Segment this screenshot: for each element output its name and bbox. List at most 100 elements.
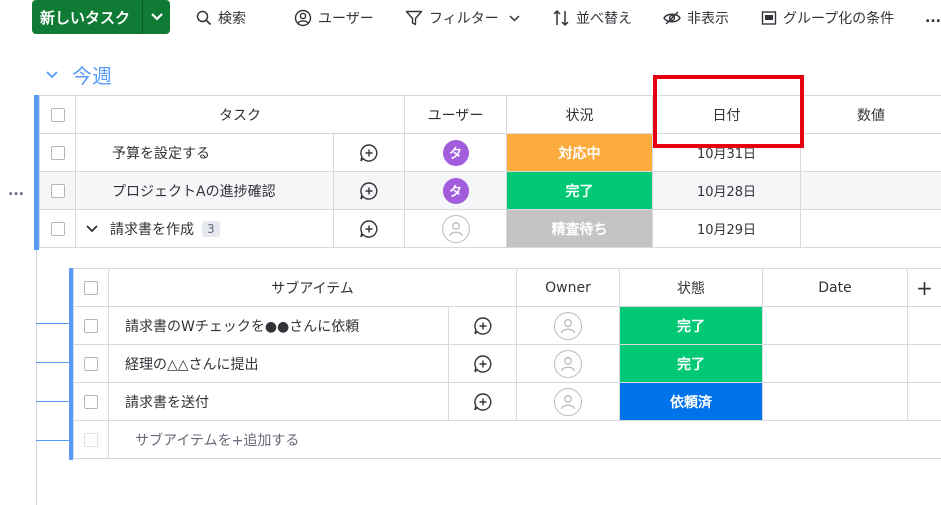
sort-button[interactable]: 並べ替え [552,7,632,29]
date-cell[interactable]: 10月28日 [652,171,801,210]
comment-add-icon [473,354,491,373]
hide-label: 非表示 [687,11,729,27]
subitem-name[interactable]: 請求書を送付 [108,382,449,421]
row-menu-button[interactable]: ... [8,183,24,199]
date-cell[interactable] [762,344,909,383]
avatar[interactable]: タ [442,177,469,204]
chevron-down-icon [509,14,520,22]
comment-add-icon [360,219,378,238]
row-checkbox[interactable] [50,183,65,198]
filter-label: フィルター [429,11,499,27]
status-badge[interactable]: 対応中 [506,133,653,172]
column-header-user[interactable]: ユーザー [404,95,507,134]
subitem-row[interactable]: 経理の△△さんに提出 完了 [73,344,941,383]
status-badge[interactable]: 完了 [619,306,764,345]
select-all-checkbox[interactable] [50,107,65,122]
sort-icon [553,9,569,27]
group-header[interactable]: 今週 [46,60,112,89]
subitem-name[interactable]: 請求書のWチェックを●●さんに依頼 [108,306,449,345]
column-header-task[interactable]: タスク [75,95,405,134]
status-badge[interactable]: 精査待ち [506,209,653,248]
column-header-owner[interactable]: Owner [516,268,621,307]
add-subitem-input[interactable]: サブアイテムを+追加する [107,420,941,459]
subitem-name[interactable]: 経理の△△さんに提出 [108,344,449,383]
header-checkbox-cell[interactable] [39,95,76,134]
subitem-connector [36,362,69,363]
new-task-button[interactable]: 新しいタスク [32,0,170,34]
user-filter-label: ユーザー [318,11,374,27]
column-header-subitem[interactable]: サブアイテム [107,268,518,307]
table-row[interactable]: 請求書を作成 3 精査待ち 10月29日 [39,209,941,248]
avatar[interactable]: タ [442,139,469,166]
empty-avatar-icon[interactable] [554,311,583,340]
chevron-down-icon[interactable] [86,224,98,233]
row-checkbox [84,432,98,447]
main-table: タスク ユーザー 状況 日付 数値 予算を設定する タ 対応中 10月31日 プ… [39,95,941,248]
number-cell[interactable] [800,133,941,172]
highlight-box [653,75,804,148]
add-update-button[interactable] [334,210,404,247]
column-header-state[interactable]: 状態 [619,268,764,307]
chevron-down-icon [150,13,163,21]
group-by-button[interactable]: グループ化の条件 [761,7,894,29]
toolbar: 新しいタスク 検索 ユーザー フィルター 並べ替え 非表示 グループ化の条件 .… [0,0,941,36]
table-row[interactable]: 予算を設定する タ 対応中 10月31日 [39,133,941,172]
column-header-number[interactable]: 数値 [800,95,941,134]
status-badge[interactable]: 完了 [506,171,653,210]
subitems-select-all-checkbox[interactable] [84,280,98,295]
subitem-count-badge[interactable]: 3 [202,220,220,237]
user-icon [294,9,312,27]
subitem-connector [36,401,69,402]
search-button[interactable]: 検索 [196,7,246,29]
add-update-button[interactable] [449,383,516,420]
hide-button[interactable]: 非表示 [663,7,729,29]
table-row[interactable]: プロジェクトAの進捗確認 タ 完了 10月28日 [39,171,941,210]
empty-avatar-icon[interactable] [441,214,470,243]
task-name[interactable]: プロジェクトAの進捗確認 [75,171,334,210]
subitem-row[interactable]: 請求書を送付 依頼済 [73,382,941,421]
filter-button[interactable]: フィルター [405,7,526,29]
empty-avatar-icon[interactable] [554,349,583,378]
new-task-label: 新しいタスク [40,8,131,27]
row-checkbox[interactable] [50,221,65,236]
column-header-date[interactable]: Date [762,268,909,307]
add-update-button[interactable] [449,345,516,382]
row-checkbox[interactable] [84,356,98,371]
row-checkbox[interactable] [84,394,98,409]
user-filter-button[interactable]: ユーザー [294,7,374,29]
date-cell[interactable]: 10月29日 [652,209,801,248]
group-icon [761,11,777,25]
search-label: 検索 [218,11,246,27]
number-cell[interactable] [800,209,941,248]
group-by-label: グループ化の条件 [783,11,895,27]
new-task-dropdown-button[interactable] [143,0,170,34]
task-name[interactable]: 予算を設定する [75,133,334,172]
subitems-table: サブアイテム Owner 状態 Date + 請求書のWチェックを●●さんに依頼… [73,268,941,459]
subitems-header-row: サブアイテム Owner 状態 Date + [73,268,941,307]
comment-add-icon [360,143,378,162]
empty-avatar-icon[interactable] [554,387,583,416]
add-subitem-row[interactable]: サブアイテムを+追加する [73,420,941,459]
add-column-button[interactable]: + [907,268,941,307]
add-update-button[interactable] [449,307,516,344]
add-update-button[interactable] [334,134,404,171]
subitem-connector-line [36,250,37,505]
comment-add-icon [473,316,491,335]
table-header-row: タスク ユーザー 状況 日付 数値 [39,95,941,134]
task-cell[interactable]: 請求書を作成 3 [75,209,334,248]
row-checkbox[interactable] [50,145,65,160]
more-button[interactable]: ... [925,7,941,29]
subitem-connector [36,440,69,441]
column-header-status[interactable]: 状況 [506,95,653,134]
number-cell[interactable] [800,171,941,210]
subitem-row[interactable]: 請求書のWチェックを●●さんに依頼 完了 [73,306,941,345]
date-cell[interactable] [762,306,909,345]
status-badge[interactable]: 依頼済 [619,382,764,421]
add-update-button[interactable] [334,172,404,209]
chevron-down-icon [46,70,58,78]
date-cell[interactable] [762,382,909,421]
status-badge[interactable]: 完了 [619,344,764,383]
row-checkbox[interactable] [84,318,98,333]
subitem-connector [36,323,69,324]
group-title: 今週 [72,64,112,88]
